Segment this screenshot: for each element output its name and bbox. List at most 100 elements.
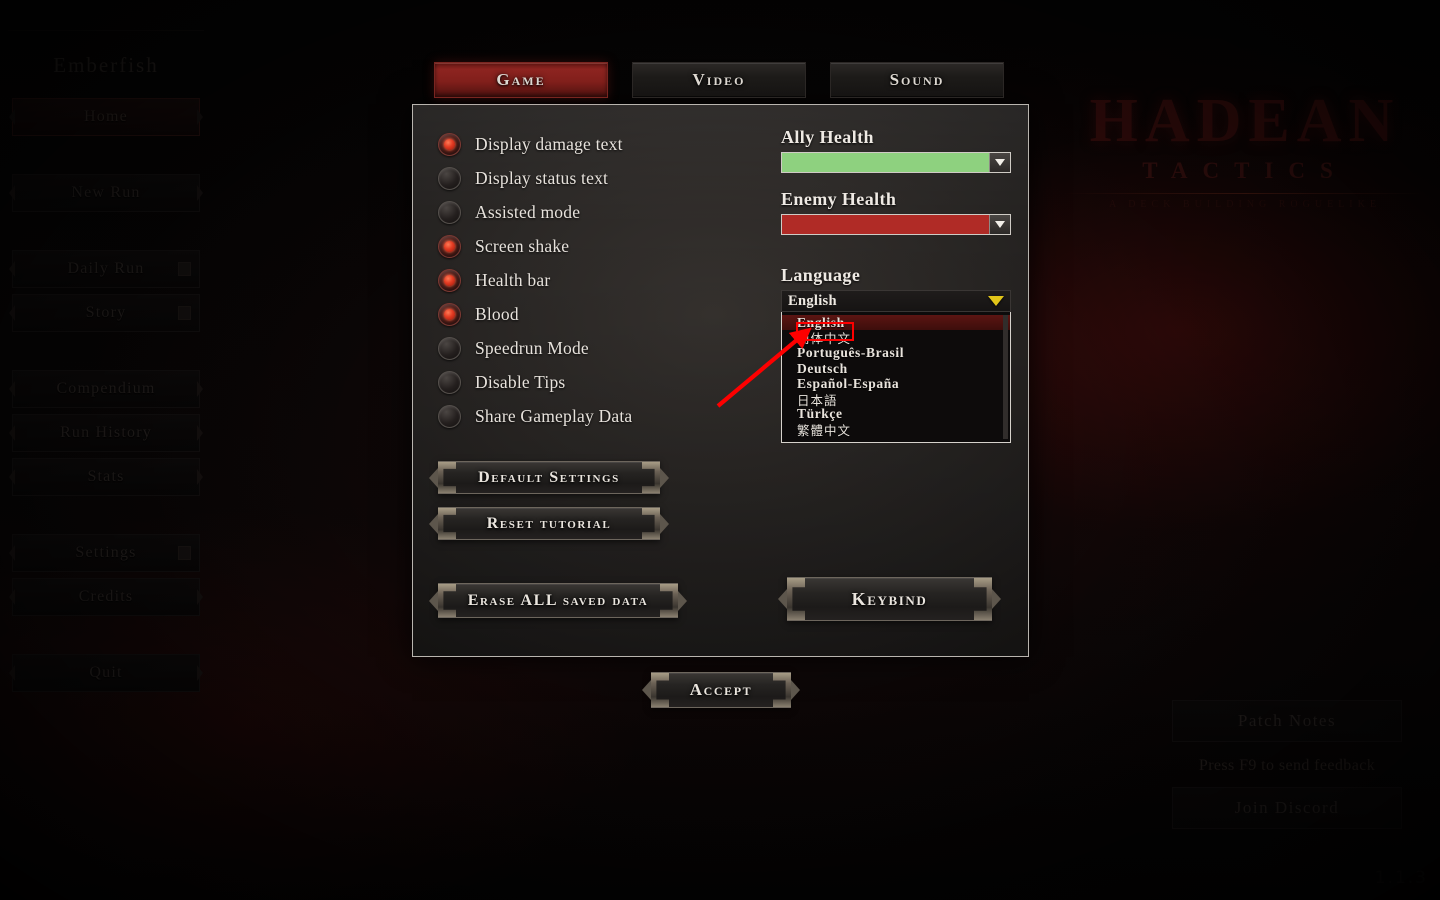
- ornament-right-icon: [197, 469, 203, 485]
- sidebar-item-label: Home: [84, 108, 128, 125]
- default-settings-button[interactable]: Default Settings: [429, 461, 669, 494]
- ornament-cap-right-icon: [642, 462, 660, 493]
- chevron-down-icon: [988, 296, 1004, 306]
- ornament-right-icon: [660, 513, 669, 534]
- patch-notes-label: Patch Notes: [1237, 711, 1337, 730]
- ornament-left-icon: [9, 469, 15, 485]
- sidebar-item-label: Compendium: [56, 380, 156, 397]
- option-row-assisted-mode[interactable]: Assisted mode: [438, 195, 768, 229]
- tab-sound[interactable]: Sound: [830, 62, 1004, 98]
- ornament-right-icon: [197, 109, 203, 125]
- chevron-down-icon: [995, 159, 1005, 166]
- ally-health-color-select[interactable]: [781, 152, 1011, 173]
- toggle-radio-icon[interactable]: [438, 268, 461, 292]
- join-discord-button[interactable]: Join Discord: [1172, 787, 1402, 829]
- option-label: Speedrun Mode: [475, 337, 589, 358]
- option-label: Display damage text: [475, 133, 623, 154]
- patch-notes-button[interactable]: Patch Notes: [1172, 700, 1402, 742]
- sidebar-item-credits[interactable]: Credits: [9, 578, 203, 616]
- ornament-left-icon: [429, 513, 438, 534]
- option-row-speedrun-mode[interactable]: Speedrun Mode: [438, 331, 768, 365]
- studio-brand-label: Emberfish: [8, 30, 204, 86]
- sidebar-item-label: Credits: [78, 588, 134, 605]
- accept-button[interactable]: Accept: [642, 672, 800, 708]
- ornament-cap-left-icon: [438, 462, 456, 493]
- option-row-share-gameplay-data[interactable]: Share Gameplay Data: [438, 399, 768, 433]
- ornament-left-icon: [9, 185, 15, 201]
- join-discord-label: Join Discord: [1234, 798, 1340, 817]
- toggle-radio-icon[interactable]: [438, 166, 461, 190]
- language-dropdown-list: English 简体中文 Português-Brasil Deutsch Es…: [781, 312, 1011, 444]
- ornament-left-icon: [778, 589, 787, 609]
- language-selected-value: English: [788, 292, 837, 309]
- tab-game[interactable]: Game: [434, 62, 608, 98]
- erase-saved-data-label: Erase ALL saved data: [467, 591, 649, 609]
- sidebar-item-home[interactable]: Home: [9, 98, 203, 136]
- option-label: Blood: [475, 303, 519, 324]
- option-row-health-bar[interactable]: Health bar: [438, 263, 768, 297]
- sidebar-item-daily-run[interactable]: Daily Run: [9, 250, 200, 288]
- ornament-cap-right-icon: [974, 578, 992, 620]
- option-row-blood[interactable]: Blood: [438, 297, 768, 331]
- option-row-display-status-text[interactable]: Display status text: [438, 161, 768, 195]
- language-option-simplified-chinese[interactable]: 简体中文: [782, 330, 1010, 346]
- language-option-portuguese-brasil[interactable]: Português-Brasil: [782, 345, 1010, 361]
- side-links-panel: Patch Notes Press F9 to send feedback Jo…: [1172, 700, 1402, 835]
- sidebar-item-compendium[interactable]: Compendium: [9, 370, 203, 408]
- ornament-cap-left-icon: [438, 584, 456, 617]
- ornament-right-icon: [660, 467, 669, 488]
- erase-saved-data-button[interactable]: Erase ALL saved data: [429, 583, 687, 618]
- language-option-traditional-chinese[interactable]: 繁體中文: [782, 422, 1010, 439]
- toggle-radio-icon[interactable]: [438, 336, 461, 360]
- option-row-display-damage-text[interactable]: Display damage text: [438, 127, 768, 161]
- toggle-radio-icon[interactable]: [438, 302, 461, 326]
- sidebar-item-stats[interactable]: Stats: [9, 458, 203, 496]
- toggle-radio-icon[interactable]: [438, 132, 461, 156]
- ornament-right-icon: [197, 589, 203, 605]
- enemy-health-label: Enemy Health: [781, 189, 897, 209]
- default-settings-label: Default Settings: [478, 468, 620, 486]
- option-label: Screen shake: [475, 235, 570, 256]
- language-option-japanese[interactable]: 日本語: [782, 391, 1010, 408]
- option-label: Display status text: [475, 167, 609, 188]
- sidebar-item-label: Quit: [89, 664, 123, 681]
- dropdown-arrow-box[interactable]: [989, 153, 1010, 172]
- ornament-right-icon: [678, 590, 687, 611]
- sidebar-item-quit[interactable]: Quit: [9, 654, 203, 692]
- ornament-right-icon: [197, 425, 203, 441]
- dropdown-arrow-box[interactable]: [989, 215, 1010, 234]
- ornament-right-icon: [791, 680, 800, 700]
- toggle-radio-icon[interactable]: [438, 234, 461, 258]
- enemy-health-color-select[interactable]: [781, 214, 1011, 235]
- ornament-cap-left-icon: [787, 578, 805, 620]
- lock-icon: [178, 306, 191, 320]
- tab-label: Sound: [889, 70, 945, 89]
- keybind-button[interactable]: Keybind: [778, 577, 1001, 621]
- chevron-down-icon: [995, 221, 1005, 228]
- language-option-label: 繁體中文: [797, 423, 852, 439]
- option-row-disable-tips[interactable]: Disable Tips: [438, 365, 768, 399]
- language-option-deutsch[interactable]: Deutsch: [782, 361, 1010, 376]
- language-option-label: Deutsch: [797, 360, 848, 376]
- sidebar-item-settings[interactable]: Settings: [9, 534, 200, 572]
- reset-tutorial-button[interactable]: Reset tutorial: [429, 507, 669, 540]
- ornament-cap-right-icon: [642, 508, 660, 539]
- sidebar-item-run-history[interactable]: Run History: [9, 414, 203, 452]
- toggle-radio-icon[interactable]: [438, 404, 461, 428]
- settings-tab-bar: Game Video Sound: [434, 62, 1004, 98]
- enemy-health-swatch: [782, 215, 989, 234]
- toggle-radio-icon[interactable]: [438, 370, 461, 394]
- ornament-left-icon: [9, 381, 15, 397]
- sidebar-item-story[interactable]: Story: [9, 294, 200, 332]
- tab-video[interactable]: Video: [632, 62, 806, 98]
- language-select-closed-value[interactable]: English: [781, 290, 1011, 312]
- keybind-label: Keybind: [851, 588, 928, 609]
- gear-icon: [178, 546, 191, 560]
- sidebar-item-new-run[interactable]: New Run: [9, 174, 203, 212]
- ornament-cap-left-icon: [438, 508, 456, 539]
- lock-icon: [178, 262, 191, 276]
- option-row-screen-shake[interactable]: Screen shake: [438, 229, 768, 263]
- toggle-radio-icon[interactable]: [438, 200, 461, 224]
- ornament-left-icon: [429, 467, 438, 488]
- ornament-right-icon: [197, 185, 203, 201]
